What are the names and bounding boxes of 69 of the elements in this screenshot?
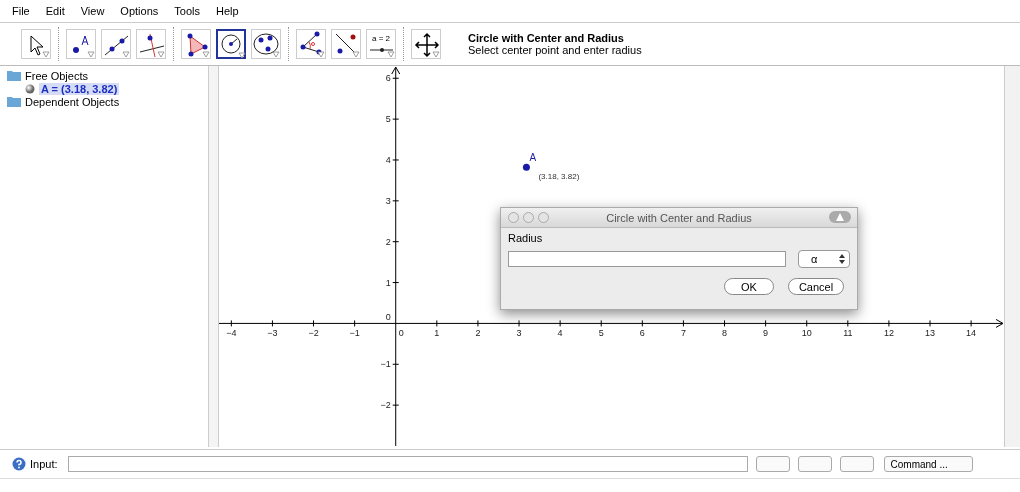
tick-label: 1 [434,328,440,339]
menu-item[interactable]: File [4,5,38,17]
tick-label: −2 [308,328,319,339]
point-label: A [529,152,537,164]
input-field[interactable] [67,456,748,472]
menu-item[interactable]: Options [112,5,167,17]
cursor-icon [30,35,44,56]
tick-label: 6 [385,73,391,84]
point[interactable] [522,163,530,171]
help-icon[interactable] [12,457,26,471]
tool-title: Circle with Center and Radius [468,32,625,44]
slider-icon [369,48,394,52]
tick-label: 13 [925,328,936,339]
tick-label: 4 [385,155,391,165]
point-caption: (3.18, 3.82) [538,172,580,182]
tick-label: 14 [966,328,977,339]
object-entry[interactable]: A = (3.18, 3.82) [39,82,120,95]
ok-button[interactable]: OK [724,278,774,295]
cancel-button[interactable]: Cancel [788,278,844,295]
origin-label: 0 [385,312,391,323]
menu-item[interactable]: Tools [166,5,208,17]
angle-icon [300,31,322,55]
menu-item[interactable]: View [72,5,113,17]
folder-icon [7,70,21,81]
tick-label: −4 [226,328,237,339]
circle-icon [221,34,241,54]
tick-label: −1 [349,328,360,339]
tick-label: 12 [883,328,894,339]
tick-label: 1 [385,277,391,288]
origin-label: 0 [398,328,404,339]
spinner-arrows-icon [839,254,845,264]
tick-label: −2 [380,400,391,411]
field-label: Radius [508,232,543,244]
tick-label: 2 [475,328,481,339]
folder-label[interactable]: Dependent Objects [25,95,120,108]
tick-label: −1 [380,359,391,370]
toolbar-toggle-icon[interactable] [829,211,851,223]
tick-label: 5 [385,114,391,125]
object-bullet-icon[interactable] [25,83,35,94]
tool-button[interactable]: a = 2 [366,29,396,59]
tick-label: 4 [557,328,563,339]
folder-label[interactable]: Free Objects [25,69,88,82]
radius-field[interactable] [508,251,786,267]
tick-label: 9 [763,328,769,339]
tick-label: 3 [516,328,522,339]
tick-label: 10 [801,328,812,339]
menu-item[interactable]: Help [207,5,247,17]
tool-button[interactable] [216,29,246,59]
ellipse-icon [253,33,279,55]
menu-item[interactable]: Edit [37,5,73,17]
tick-label: 2 [385,236,391,247]
folder-icon [7,96,21,107]
perpendicular-lines-icon [139,33,165,58]
dialog-title: Circle with Center and Radius [606,211,752,224]
tick-label: 5 [598,328,604,339]
command-dropdown[interactable]: Command ... [883,456,973,472]
tick-label: 3 [385,195,391,206]
tool-label: a = 2 [372,34,390,43]
tick-label: −3 [267,328,278,339]
point-icon [73,35,89,53]
tick-label: 8 [722,328,728,339]
move-view-icon [414,32,440,58]
tool-help: Select center point and enter radius [468,44,642,56]
tick-label: 6 [639,328,645,339]
input-label: Input: [30,458,58,470]
tick-label: 11 [843,328,853,339]
symbol-dropdown[interactable]: α [798,250,850,268]
tick-label: 7 [680,328,686,339]
triangle-icon [187,33,208,57]
